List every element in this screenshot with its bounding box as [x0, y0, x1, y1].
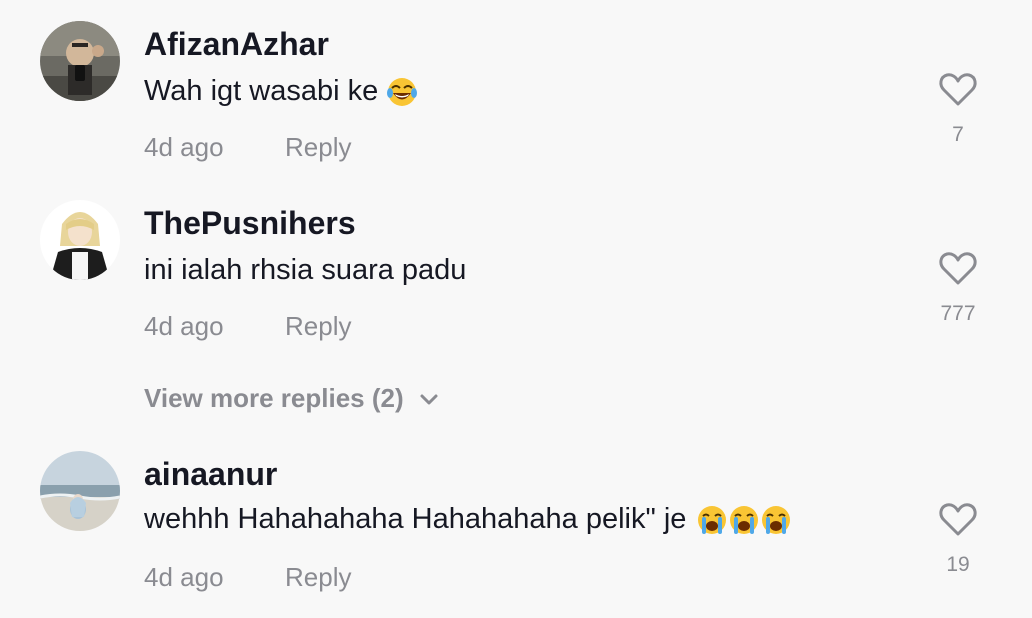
- avatar[interactable]: [40, 200, 120, 280]
- like-count: 777: [940, 302, 976, 325]
- loudly-crying-face-icon: [698, 505, 727, 534]
- comment-text: wehhh Hahahahaha Hahahahaha pelik" je: [144, 503, 792, 536]
- loudly-crying-face-icon: [762, 505, 791, 534]
- comment-text-body: Wah igt wasabi ke: [144, 75, 379, 107]
- heart-icon[interactable]: [938, 69, 978, 109]
- comment-time: 4d ago: [144, 562, 224, 592]
- face-with-tears-of-joy-icon: [387, 77, 418, 106]
- comment-text: ini ialah rhsia suara padu: [144, 254, 466, 287]
- avatar-image: [40, 451, 120, 531]
- loudly-crying-face-icon: [730, 505, 759, 534]
- comment-text-body: wehhh Hahahahaha Hahahahaha pelik" je: [144, 503, 687, 535]
- heart-icon[interactable]: [938, 499, 978, 539]
- avatar[interactable]: [40, 21, 120, 101]
- comment-time: 4d ago: [144, 132, 224, 162]
- comment-text-body: ini ialah rhsia suara padu: [144, 254, 467, 286]
- view-more-replies-label: View more replies (2): [144, 383, 404, 413]
- view-more-replies-button[interactable]: View more replies (2): [144, 383, 440, 414]
- like-count: 19: [946, 553, 970, 576]
- username[interactable]: ainaanur: [144, 456, 277, 493]
- username[interactable]: ThePusnihers: [144, 205, 356, 242]
- reply-button[interactable]: Reply: [285, 311, 351, 342]
- username[interactable]: AfizanAzhar: [144, 26, 329, 63]
- comment-time: 4d ago: [144, 311, 224, 341]
- avatar-image: [40, 21, 120, 101]
- heart-icon[interactable]: [938, 248, 978, 288]
- avatar[interactable]: [40, 451, 120, 531]
- reply-button[interactable]: Reply: [285, 132, 351, 163]
- chevron-down-icon: [420, 394, 438, 404]
- comment-text: Wah igt wasabi ke: [144, 75, 418, 108]
- avatar-image: [40, 200, 120, 280]
- reply-button[interactable]: Reply: [285, 562, 351, 593]
- like-count: 7: [952, 123, 964, 146]
